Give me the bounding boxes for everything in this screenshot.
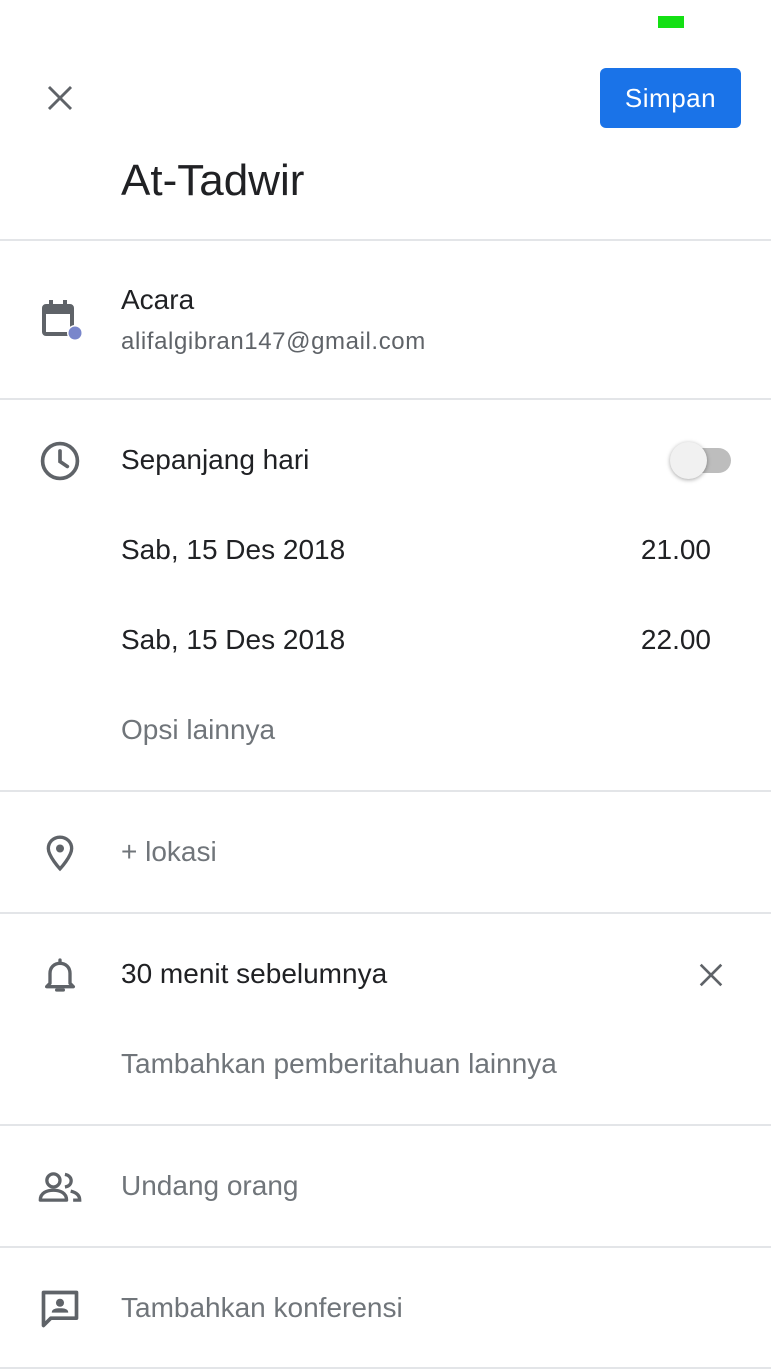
divider: [0, 398, 771, 400]
more-options-link[interactable]: Opsi lainnya: [121, 712, 275, 748]
notification-item[interactable]: 30 menit sebelumnya: [121, 956, 387, 992]
divider: [0, 1246, 771, 1248]
end-date[interactable]: Sab, 15 Des 2018: [121, 622, 345, 658]
divider: [0, 912, 771, 914]
divider: [0, 239, 771, 241]
close-button[interactable]: [32, 70, 88, 126]
all-day-toggle-thumb[interactable]: [670, 442, 707, 479]
end-time[interactable]: 22.00: [641, 622, 711, 658]
start-time[interactable]: 21.00: [641, 532, 711, 568]
start-date[interactable]: Sab, 15 Des 2018: [121, 532, 345, 568]
add-location-field[interactable]: + lokasi: [121, 834, 217, 870]
add-conference-link[interactable]: Tambahkan konferensi: [121, 1290, 403, 1326]
location-pin-icon: [36, 829, 84, 877]
event-title[interactable]: At-Tadwir: [121, 150, 304, 212]
add-notification-link[interactable]: Tambahkan pemberitahuan lainnya: [121, 1046, 557, 1082]
calendar-icon: [36, 296, 84, 344]
people-icon: [36, 1163, 84, 1211]
status-indicator: [658, 16, 684, 28]
account-email[interactable]: alifalgibran147@gmail.com: [121, 326, 426, 358]
divider: [0, 1367, 771, 1369]
close-icon: [47, 85, 73, 111]
bell-icon: [36, 951, 84, 999]
divider: [0, 1124, 771, 1126]
divider: [0, 790, 771, 792]
save-button[interactable]: Simpan: [600, 68, 741, 128]
clock-icon: [36, 437, 84, 485]
close-icon: [699, 963, 723, 987]
calendar-type-label[interactable]: Acara: [121, 282, 194, 318]
remove-notification-button[interactable]: [688, 952, 734, 998]
invite-people-field[interactable]: Undang orang: [121, 1168, 298, 1204]
all-day-label: Sepanjang hari: [121, 444, 310, 475]
conference-icon: [36, 1285, 84, 1333]
